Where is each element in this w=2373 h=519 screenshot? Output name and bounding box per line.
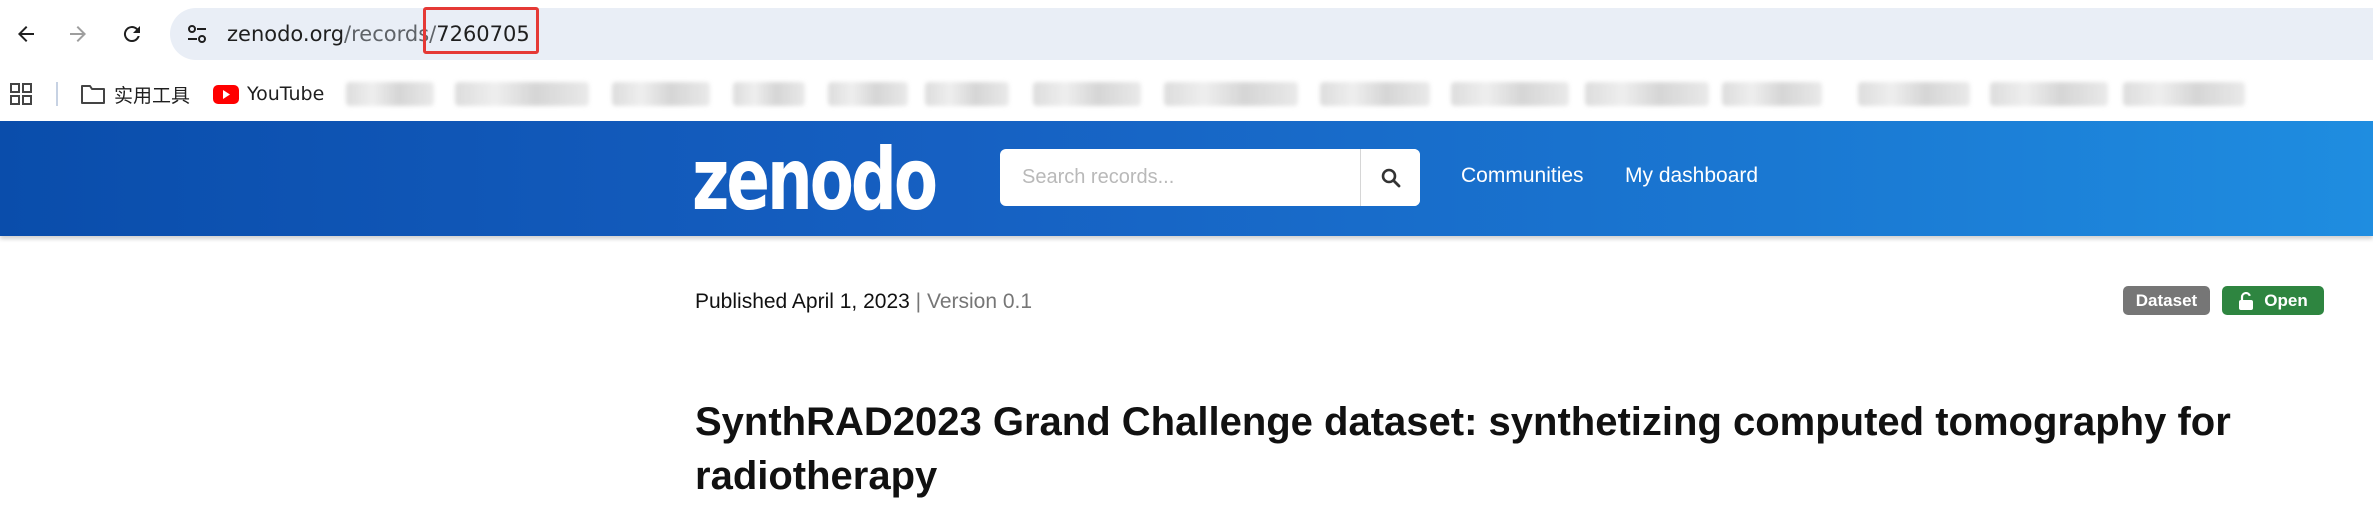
bookmarks-separator bbox=[56, 82, 58, 106]
logo-text: zenodo bbox=[692, 133, 936, 223]
publication-info: Published April 1, 2023 | Version 0.1 bbox=[695, 290, 1032, 314]
zenodo-logo[interactable]: zenodo bbox=[692, 133, 937, 223]
blurred-bookmark[interactable] bbox=[733, 82, 805, 106]
bookmark-label: YouTube bbox=[247, 83, 325, 105]
blurred-bookmark[interactable] bbox=[1858, 82, 1970, 106]
browser-toolbar: zenodo.org/records/7260705 bbox=[0, 0, 2373, 68]
reload-button[interactable] bbox=[112, 14, 152, 54]
back-button[interactable] bbox=[6, 14, 46, 54]
apps-button[interactable] bbox=[10, 68, 40, 120]
record-title: SynthRAD2023 Grand Challenge dataset: sy… bbox=[695, 400, 2231, 498]
resource-type-badge: Dataset bbox=[2123, 286, 2210, 315]
search-box[interactable] bbox=[1000, 149, 1420, 206]
version-label: Version 0.1 bbox=[926, 290, 1033, 313]
info-separator: | bbox=[915, 290, 922, 313]
published-date: Published April 1, 2023 bbox=[695, 290, 910, 313]
blurred-bookmark[interactable] bbox=[1164, 82, 1298, 106]
tune-icon[interactable] bbox=[184, 21, 210, 47]
nav-my-dashboard[interactable]: My dashboard bbox=[1625, 164, 1758, 188]
arrow-left-icon bbox=[18, 26, 34, 42]
site-header: zenodo Communities My dashboard bbox=[0, 121, 2373, 236]
blurred-bookmark[interactable] bbox=[1585, 82, 1709, 106]
blurred-bookmark[interactable] bbox=[925, 82, 1009, 106]
bookmark-youtube[interactable]: YouTube bbox=[213, 68, 324, 120]
blurred-bookmark[interactable] bbox=[1451, 82, 1569, 106]
search-icon bbox=[1381, 168, 1400, 187]
arrow-right-icon bbox=[70, 26, 86, 42]
bookmark-label: 实用工具 bbox=[114, 84, 191, 107]
url-host: zenodo.org bbox=[227, 22, 345, 46]
blurred-bookmark[interactable] bbox=[455, 82, 589, 106]
search-input[interactable] bbox=[1000, 149, 1360, 206]
folder-icon bbox=[81, 85, 105, 104]
nav-communities[interactable]: Communities bbox=[1461, 164, 1584, 188]
blurred-bookmark[interactable] bbox=[1990, 82, 2108, 106]
search-button[interactable] bbox=[1360, 149, 1420, 206]
blurred-bookmark[interactable] bbox=[1320, 82, 1430, 106]
access-status-badge: Open bbox=[2222, 286, 2324, 315]
blurred-bookmark[interactable] bbox=[1033, 82, 1141, 106]
badge-label: Dataset bbox=[2135, 290, 2198, 310]
forward-button[interactable] bbox=[58, 14, 98, 54]
blurred-bookmark[interactable] bbox=[1722, 82, 1822, 106]
blurred-bookmark[interactable] bbox=[612, 82, 710, 106]
blurred-bookmark[interactable] bbox=[2123, 82, 2245, 106]
grid-icon bbox=[10, 83, 32, 105]
bookmarks-bar: 实用工具 YouTube bbox=[0, 68, 2373, 120]
url-highlight-box bbox=[423, 7, 539, 54]
blurred-bookmark[interactable] bbox=[828, 82, 908, 106]
bookmark-tools-folder[interactable]: 实用工具 bbox=[80, 68, 190, 120]
youtube-icon bbox=[213, 84, 239, 104]
badge-label: Open bbox=[2264, 290, 2308, 310]
reload-icon bbox=[123, 26, 140, 43]
blurred-bookmark[interactable] bbox=[346, 82, 434, 106]
unlock-icon bbox=[2239, 291, 2254, 310]
